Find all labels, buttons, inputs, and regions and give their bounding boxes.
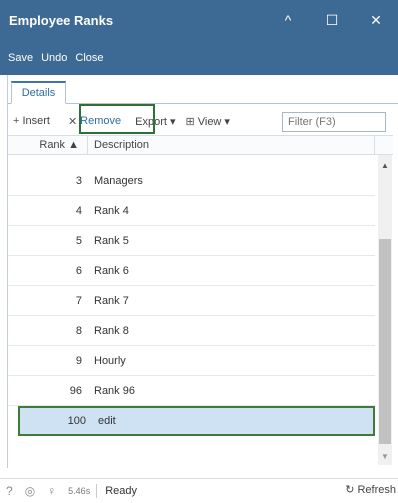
plus-icon: +: [13, 115, 20, 127]
description-cell: Rank 4: [94, 204, 129, 217]
table-row[interactable]: 3 Managers: [8, 166, 375, 196]
table-row[interactable]: 96 Rank 96: [8, 376, 375, 406]
description-cell: Hourly: [94, 354, 126, 367]
remove-highlight: [79, 104, 155, 134]
save-button[interactable]: Save: [8, 52, 33, 64]
menu-bar: Save Undo Close: [0, 40, 398, 75]
grid-header: Rank ▲ Description: [8, 135, 393, 155]
status-divider: [96, 484, 98, 498]
tab-strip: Details: [8, 81, 398, 104]
title-bar: Employee Ranks ^ ☐ ✕: [0, 0, 398, 40]
header-spacer: [375, 136, 393, 154]
view-button[interactable]: ⊞ View ▾: [181, 110, 235, 132]
insert-label: Insert: [22, 115, 50, 127]
description-cell: Rank 5: [94, 234, 129, 247]
description-cell: Rank 96: [94, 384, 135, 397]
close-button[interactable]: Close: [75, 52, 103, 64]
filter-input[interactable]: [282, 112, 386, 132]
rank-cell: 3: [75, 174, 82, 187]
table-row[interactable]: 9 Hourly: [8, 346, 375, 376]
table-row[interactable]: 5 Rank 5: [8, 226, 375, 256]
rank-cell: 4: [75, 204, 82, 217]
view-label: View ▾: [197, 115, 230, 128]
grid-body: 3 Managers 4 Rank 4 5 Rank 5 6 Rank 6 7 …: [8, 166, 375, 436]
vertical-scrollbar[interactable]: ▲ ▼: [378, 155, 392, 465]
minimize-button[interactable]: ^: [266, 0, 310, 40]
rank-cell[interactable]: 100: [20, 415, 92, 427]
details-panel: Details + Insert ✕ Remove Export ▾ ⊞ Vie…: [7, 75, 398, 468]
description-cell: Rank 7: [94, 294, 129, 307]
table-row[interactable]: 4 Rank 4: [8, 196, 375, 226]
table-row[interactable]: 8 Rank 8: [8, 316, 375, 346]
support-icon[interactable]: ◎: [25, 484, 35, 498]
load-time: 5.46s: [68, 486, 91, 496]
rank-cell: 7: [75, 294, 82, 307]
rank-cell: 9: [75, 354, 82, 367]
close-window-button[interactable]: ✕: [354, 0, 398, 40]
table-row[interactable]: 7 Rank 7: [8, 286, 375, 316]
description-column-header[interactable]: Description: [88, 136, 375, 154]
selected-row[interactable]: 100 edit: [18, 406, 375, 436]
rank-cell: 5: [75, 234, 82, 247]
rank-cell: 96: [69, 384, 82, 397]
undo-button[interactable]: Undo: [41, 52, 67, 64]
scroll-thumb[interactable]: [379, 239, 391, 444]
help-icon[interactable]: ?: [6, 484, 13, 498]
rank-cell: 6: [75, 264, 82, 277]
scroll-down-icon[interactable]: ▼: [378, 452, 392, 461]
description-cell: Rank 6: [94, 264, 129, 277]
x-icon: ✕: [67, 115, 78, 128]
description-cell: Managers: [94, 174, 143, 187]
rank-column-header[interactable]: Rank ▲: [8, 136, 88, 154]
refresh-icon: ↻: [345, 484, 355, 496]
refresh-button[interactable]: ↻ Refresh: [345, 483, 396, 496]
description-cell: Rank 8: [94, 324, 129, 337]
tab-details[interactable]: Details: [11, 81, 66, 104]
rank-cell: 8: [75, 324, 82, 337]
table-row[interactable]: 6 Rank 6: [8, 256, 375, 286]
insert-button[interactable]: + Insert: [8, 110, 55, 132]
status-text: Ready: [105, 485, 137, 497]
maximize-button[interactable]: ☐: [310, 0, 354, 40]
lightbulb-icon[interactable]: ♀: [47, 484, 56, 498]
refresh-label: Refresh: [357, 484, 396, 496]
description-cell[interactable]: edit: [92, 415, 116, 427]
status-bar: ? ◎ ♀ 5.46s Ready ↻ Refresh: [0, 478, 398, 503]
window-title: Employee Ranks: [9, 12, 114, 28]
scroll-up-icon[interactable]: ▲: [378, 161, 392, 170]
grid-view-icon: ⊞: [185, 115, 195, 128]
